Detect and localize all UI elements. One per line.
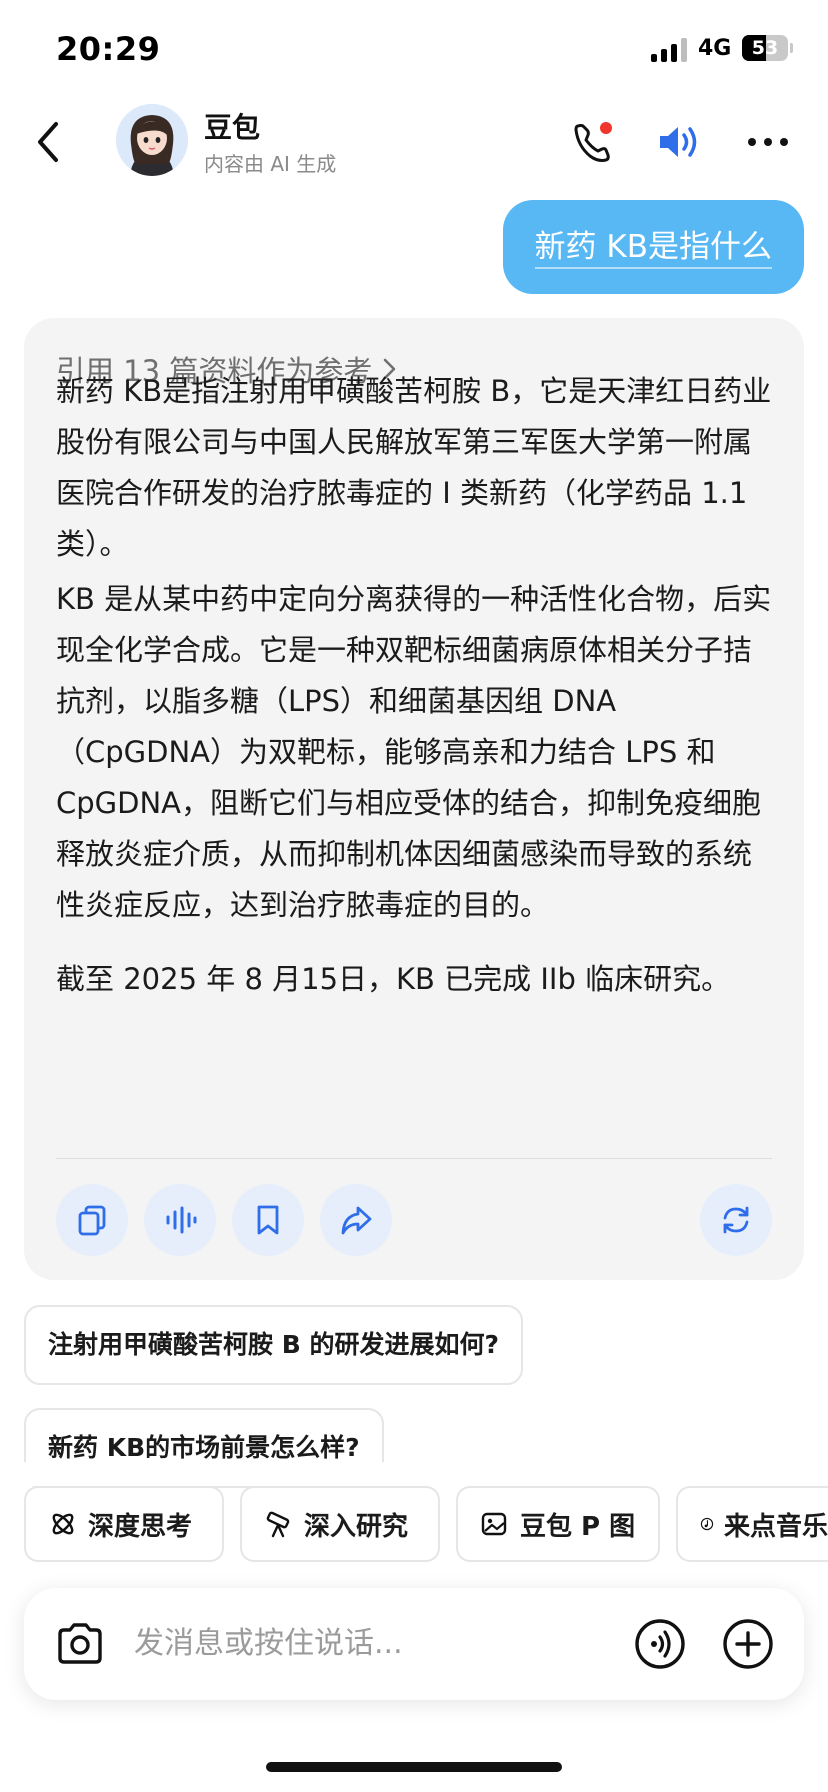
copy-button[interactable] bbox=[56, 1184, 128, 1256]
regenerate-button[interactable] bbox=[700, 1184, 772, 1256]
tool-label: 来点音乐 bbox=[723, 1511, 828, 1542]
voice-input-button[interactable] bbox=[634, 1618, 686, 1670]
bot-name: 豆包 bbox=[204, 111, 261, 144]
share-icon bbox=[341, 1206, 372, 1235]
camera-icon bbox=[58, 1623, 102, 1664]
suggestion-chip[interactable]: 注射用甲磺酸苦柯胺 B 的研发进展如何? bbox=[24, 1305, 523, 1385]
call-button[interactable] bbox=[568, 118, 616, 166]
user-message-bubble[interactable]: 新药 KB是指什么 bbox=[502, 200, 804, 294]
back-button[interactable] bbox=[30, 118, 70, 166]
user-message-text: 新药 KB是指什么 bbox=[534, 229, 772, 269]
ai-generated-label: 内容由 AI 生成 bbox=[204, 152, 337, 176]
message-input-bar: 发消息或按住说话... bbox=[24, 1588, 804, 1700]
suggestion-text: 注射用甲磺酸苦柯胺 B 的研发进展如何? bbox=[48, 1330, 499, 1359]
back-icon bbox=[38, 122, 58, 162]
battery-level: 53 bbox=[751, 37, 779, 59]
tool-image-edit[interactable]: 豆包 P 图 bbox=[456, 1486, 660, 1562]
music-icon bbox=[700, 1517, 714, 1531]
bookmark-icon bbox=[257, 1205, 279, 1235]
telescope-icon bbox=[266, 1511, 290, 1538]
network-type: 4G bbox=[698, 36, 732, 61]
add-button[interactable] bbox=[722, 1618, 774, 1670]
read-aloud-button[interactable] bbox=[144, 1184, 216, 1256]
status-time: 20:29 bbox=[56, 30, 161, 68]
tool-label: 豆包 P 图 bbox=[520, 1511, 636, 1542]
speaker-icon bbox=[660, 127, 697, 157]
assistant-answer-card: 引用 13 篇资料作为参考 新药 KB是指注射用甲磺酸苦柯胺 B，它是天津红日药… bbox=[24, 318, 804, 1280]
share-button[interactable] bbox=[320, 1184, 392, 1256]
copy-icon bbox=[78, 1205, 106, 1236]
tool-music[interactable]: 来点音乐 bbox=[676, 1486, 828, 1562]
tool-deep-thinking[interactable]: 深度思考 bbox=[24, 1486, 224, 1562]
status-bar: 20:29 4G 53 bbox=[0, 0, 828, 100]
home-indicator bbox=[266, 1762, 562, 1772]
scroll-fade bbox=[0, 1462, 828, 1486]
plus-icon bbox=[723, 1619, 773, 1669]
image-edit-icon bbox=[481, 1512, 507, 1536]
tool-deep-research[interactable]: 深入研究 bbox=[240, 1486, 440, 1562]
more-button[interactable] bbox=[744, 122, 792, 162]
answer-paragraph: 截至 2025 年 8 月15日，KB 已完成 IIb 临床研究。 bbox=[56, 962, 731, 996]
tool-label: 深度思考 bbox=[88, 1511, 193, 1542]
answer-paragraph: 新药 KB是指注射用甲磺酸苦柯胺 B，它是天津红日药业股份有限公司与中国人民解放… bbox=[56, 374, 772, 561]
regenerate-icon bbox=[723, 1206, 749, 1234]
camera-button[interactable] bbox=[54, 1618, 106, 1670]
suggestion-text: 新药 KB的市场前景怎么样? bbox=[48, 1433, 360, 1462]
battery-cap bbox=[790, 43, 793, 53]
more-icon bbox=[748, 138, 788, 146]
message-input[interactable]: 发消息或按住说话... bbox=[134, 1588, 403, 1700]
divider bbox=[56, 1158, 772, 1159]
notification-dot bbox=[600, 122, 612, 134]
phone-icon bbox=[574, 122, 612, 162]
tool-label: 深入研究 bbox=[304, 1511, 409, 1542]
answer-paragraph: KB 是从某中药中定向分离获得的一种活性化合物，后实现全化学合成。它是一种双靶标… bbox=[56, 582, 772, 922]
voice-read-icon bbox=[166, 1206, 197, 1234]
signal-icon bbox=[651, 38, 689, 62]
avatar[interactable] bbox=[116, 104, 188, 176]
battery-icon: 53 bbox=[742, 35, 788, 61]
atom-icon bbox=[52, 1513, 74, 1535]
bookmark-button[interactable] bbox=[232, 1184, 304, 1256]
chat-header: 豆包 内容由 AI 生成 bbox=[0, 100, 828, 200]
voice-playback-toggle[interactable] bbox=[654, 118, 704, 166]
voice-wave-icon bbox=[635, 1619, 685, 1669]
